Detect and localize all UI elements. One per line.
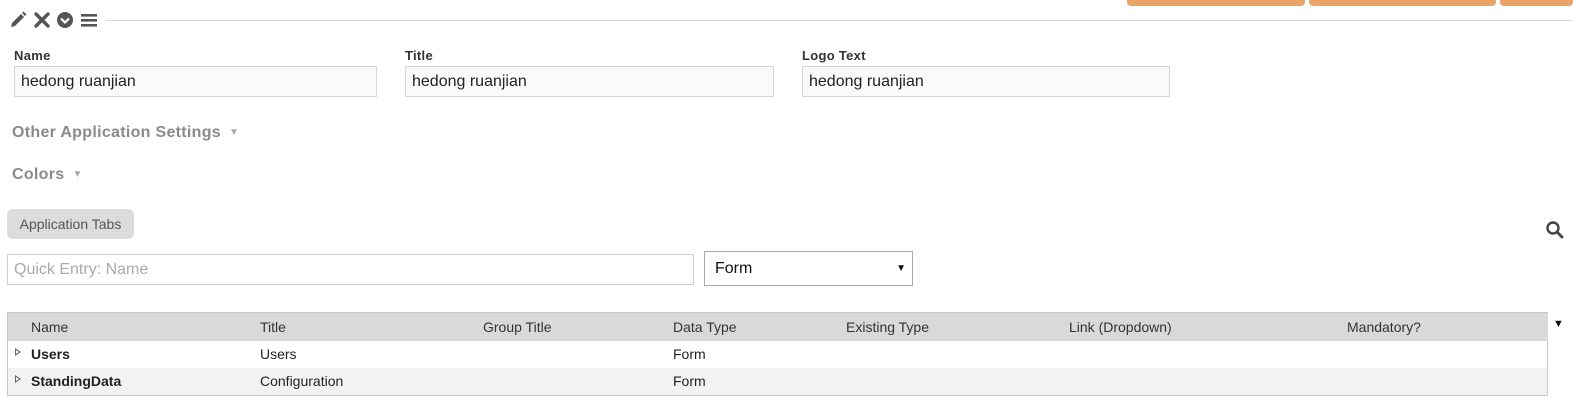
- close-icon[interactable]: [33, 11, 51, 29]
- colors-label: Colors: [12, 166, 65, 183]
- quick-entry-input[interactable]: [7, 254, 694, 285]
- logo-text-label: Logo Text: [802, 48, 866, 63]
- top-action-button-3[interactable]: [1500, 0, 1573, 6]
- toolbar-divider: [106, 20, 1573, 21]
- menu-icon[interactable]: [80, 11, 98, 29]
- row-name: Users: [31, 346, 70, 362]
- grid-header: Name Title Group Title Data Type Existin…: [8, 312, 1548, 341]
- search-icon[interactable]: [1545, 220, 1565, 240]
- name-field[interactable]: [14, 66, 377, 97]
- pencil-icon[interactable]: [9, 11, 27, 29]
- column-header-name[interactable]: Name: [31, 319, 68, 335]
- title-label: Title: [405, 48, 433, 63]
- column-header-title[interactable]: Title: [260, 319, 286, 335]
- caret-down-icon: ▼: [72, 169, 83, 180]
- type-select-value: Form: [715, 260, 753, 277]
- column-header-mandatory[interactable]: Mandatory?: [1347, 319, 1421, 335]
- tab-application-tabs[interactable]: Application Tabs: [7, 209, 134, 239]
- name-label: Name: [14, 48, 51, 63]
- logo-text-field[interactable]: [802, 66, 1170, 97]
- caret-down-icon: ▼: [229, 127, 240, 138]
- column-header-data-type[interactable]: Data Type: [673, 319, 737, 335]
- select-arrow-icon: ▼: [896, 263, 906, 274]
- chevron-circle-down-icon[interactable]: [56, 11, 74, 29]
- expand-row-icon[interactable]: [15, 375, 21, 383]
- table-row[interactable]: StandingData Configuration Form: [8, 368, 1547, 395]
- other-application-settings-toggle[interactable]: Other Application Settings ▼: [12, 124, 239, 142]
- other-application-settings-label: Other Application Settings: [12, 124, 221, 141]
- row-data-type: Form: [673, 373, 706, 389]
- column-header-link-dropdown[interactable]: Link (Dropdown): [1069, 319, 1172, 335]
- top-action-button-2[interactable]: [1309, 0, 1496, 6]
- row-data-type: Form: [673, 346, 706, 362]
- row-name: StandingData: [31, 373, 122, 389]
- tabs-grid: Name Title Group Title Data Type Existin…: [7, 312, 1548, 396]
- colors-toggle[interactable]: Colors ▼: [12, 166, 83, 184]
- table-row[interactable]: Users Users Form: [8, 341, 1547, 368]
- row-title: Configuration: [260, 373, 344, 389]
- column-header-group-title[interactable]: Group Title: [483, 319, 551, 335]
- top-action-button-1[interactable]: [1127, 0, 1305, 6]
- column-header-existing-type[interactable]: Existing Type: [846, 319, 929, 335]
- type-select[interactable]: Form ▼: [704, 251, 913, 286]
- title-field[interactable]: [405, 66, 774, 97]
- grid-column-menu-icon[interactable]: ▼: [1553, 318, 1564, 330]
- row-title: Users: [260, 346, 297, 362]
- expand-row-icon[interactable]: [15, 348, 21, 356]
